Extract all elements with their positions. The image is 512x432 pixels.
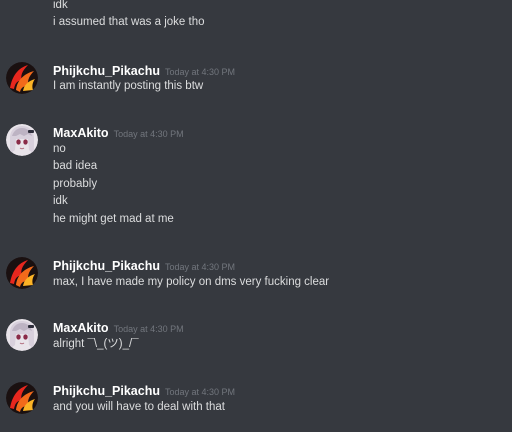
message-line: probably [53,178,98,190]
fire-avatar-icon[interactable] [6,382,38,414]
username[interactable]: MaxAkito [53,126,109,140]
timestamp: Today at 4:30 PM [164,67,236,77]
message-line: i assumed that was a joke tho [53,16,205,28]
message-line: idk [53,195,68,207]
timestamp: Today at 4:30 PM [113,324,184,334]
message-line: and you will have to deal with that [53,401,225,413]
username[interactable]: MaxAkito [53,321,109,335]
message-line: alright ¯\_(ツ)_/¯ [53,338,139,350]
message-header: MaxAkito Today at 4:30 PM [53,319,184,336]
message-line: max, I have made my policy on dms very f… [53,276,330,288]
anime-girl-avatar-icon[interactable] [6,124,38,156]
fire-avatar-icon[interactable] [6,257,38,289]
timestamp: Today at 4:30 PM [164,262,236,272]
message-line: he might get mad at me [53,213,174,225]
username[interactable]: Phijkchu_Pikachu [53,64,160,78]
message-header: Phijkchu_Pikachu Today at 4:30 PM [53,62,235,79]
username[interactable]: Phijkchu_Pikachu [53,384,160,398]
message-header: Phijkchu_Pikachu Today at 4:30 PM [53,382,235,399]
username[interactable]: Phijkchu_Pikachu [53,259,160,273]
fire-avatar-icon[interactable] [6,62,38,94]
chat-messages[interactable]: idk i assumed that was a joke tho Phijkc… [0,0,512,432]
message-line: bad idea [53,160,98,172]
message-line: I am instantly posting this btw [53,80,204,92]
message-line: no [53,143,66,155]
message-line: idk [53,0,68,11]
timestamp: Today at 4:30 PM [164,387,236,397]
message-header: MaxAkito Today at 4:30 PM [53,124,184,141]
timestamp: Today at 4:30 PM [113,129,184,139]
anime-girl-avatar-icon[interactable] [6,319,38,351]
message-header: Phijkchu_Pikachu Today at 4:30 PM [53,257,235,274]
